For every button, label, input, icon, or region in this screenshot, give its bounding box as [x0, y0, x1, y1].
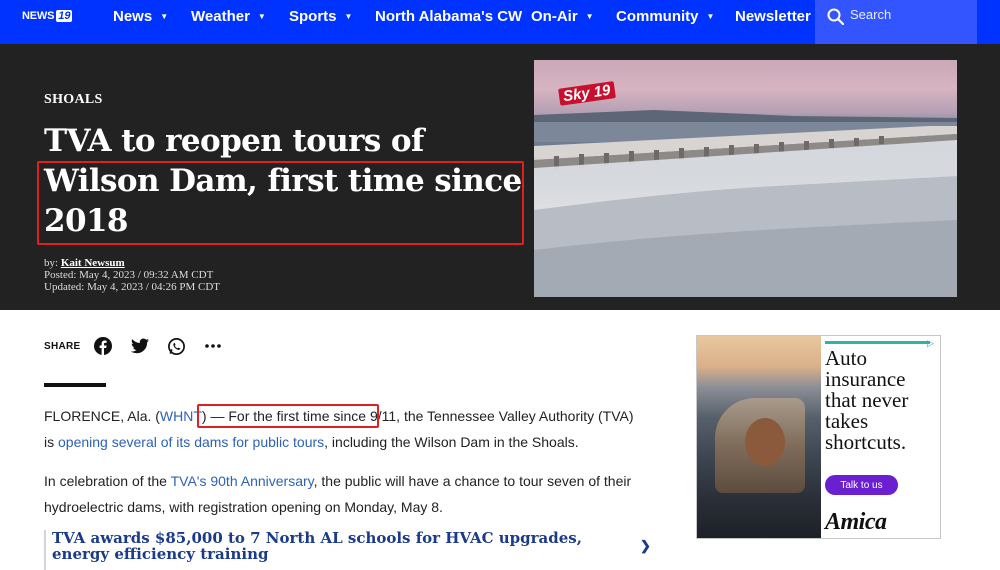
nav-item-weather[interactable]: Weather ▼	[191, 0, 266, 32]
nav-item-label: Weather	[191, 7, 250, 25]
ad-brand-logo: Amica	[825, 509, 887, 535]
caret-down-icon: ▼	[344, 11, 353, 21]
caret-down-icon: ▼	[706, 11, 715, 21]
ad-cta-button[interactable]: Talk to us	[825, 475, 898, 495]
article-headline: TVA to reopen tours of Wilson Dam, first…	[44, 123, 522, 239]
search-input[interactable]	[850, 7, 970, 22]
advertisement[interactable]: Auto insurance that never takes shortcut…	[696, 335, 941, 539]
nav-item-news[interactable]: News ▼	[113, 0, 168, 32]
facebook-icon[interactable]	[93, 336, 113, 356]
search-box[interactable]	[815, 0, 977, 44]
hero-image[interactable]: Sky 19	[534, 60, 957, 297]
twitter-icon[interactable]	[130, 336, 150, 356]
nav-item-north-alabamas-cw[interactable]: North Alabama's CW	[375, 0, 522, 32]
byline-prefix: by:	[44, 257, 61, 269]
body-paragraph-1: FLORENCE, Ala. (WHNT) — For the first ti…	[44, 403, 634, 455]
nav-item-label: News	[113, 7, 153, 25]
ad-accent-bar	[825, 341, 930, 344]
byline: by: Kait Newsum Posted: May 4, 2023 / 09…	[44, 257, 220, 293]
share-divider	[44, 383, 106, 387]
nav-item-newsletter[interactable]: Newsletter	[735, 0, 811, 32]
body-paragraph-2: In celebration of the TVA's 90th Anniver…	[44, 468, 634, 520]
section-label[interactable]: SHOALS	[44, 92, 103, 108]
site-logo[interactable]: NEWS 19	[22, 8, 73, 24]
tva-anniversary-link[interactable]: TVA's 90th Anniversary	[171, 473, 314, 489]
whnt-link[interactable]: WHNT	[160, 408, 202, 424]
related-story[interactable]: TVA awards $85,000 to 7 North AL schools…	[44, 530, 654, 570]
author-link[interactable]: Kait Newsum	[61, 257, 125, 269]
nav-item-on-air[interactable]: On-Air ▼	[531, 0, 594, 32]
dam-tours-link[interactable]: opening several of its dams for public t…	[58, 434, 324, 450]
chevron-right-icon[interactable]: ❯	[640, 538, 651, 554]
related-story-title[interactable]: TVA awards $85,000 to 7 North AL schools…	[52, 530, 612, 562]
nav-item-label: On-Air	[531, 7, 578, 25]
nav-item-label: Community	[616, 7, 699, 25]
search-icon	[827, 8, 844, 25]
nav-item-community[interactable]: Community ▼	[616, 0, 714, 32]
caret-down-icon: ▼	[160, 11, 169, 21]
ad-photo	[697, 336, 821, 538]
nav-item-label: Sports	[289, 7, 337, 25]
more-icon[interactable]	[203, 336, 223, 356]
top-nav: NEWS 19 News ▼ Weather ▼ Sports ▼ North Ala…	[0, 0, 1000, 44]
updated-date: Updated: May 4, 2023 / 04:26 PM CDT	[44, 281, 220, 293]
nav-item-sports[interactable]: Sports ▼	[289, 0, 352, 32]
caret-down-icon: ▼	[257, 11, 266, 21]
logo-number: 19	[56, 10, 73, 22]
logo-text: NEWS	[22, 10, 55, 22]
caret-down-icon: ▼	[585, 11, 594, 21]
nav-item-label: North Alabama's CW	[375, 7, 523, 25]
posted-date: Posted: May 4, 2023 / 09:32 AM CDT	[44, 269, 214, 281]
p1-text-end: , including the Wilson Dam in the Shoals…	[324, 434, 579, 450]
whatsapp-icon[interactable]	[166, 336, 186, 356]
p1-text: FLORENCE, Ala. (	[44, 408, 160, 424]
driver-figure	[745, 418, 785, 466]
adchoices-icon[interactable]: ▷	[927, 338, 937, 348]
share-label: SHARE	[44, 341, 81, 352]
p2-text: In celebration of the	[44, 473, 171, 489]
ad-copy: Auto insurance that never takes shortcut…	[825, 346, 909, 454]
nav-item-label: Newsletter	[735, 7, 811, 25]
